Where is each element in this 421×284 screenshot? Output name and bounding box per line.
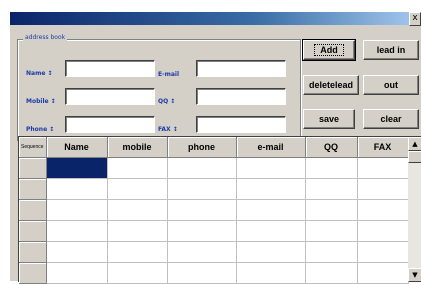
grid-cell[interactable] — [46, 262, 108, 284]
grid-cell[interactable] — [46, 157, 108, 179]
grid-cell[interactable] — [305, 178, 358, 200]
email-label: E-mail — [158, 71, 180, 78]
grid-cell[interactable] — [357, 199, 409, 221]
col-header-name[interactable]: Name — [46, 137, 108, 158]
row-header[interactable] — [19, 220, 47, 242]
add-button-label: Add — [314, 44, 344, 56]
contacts-grid[interactable]: Sequence Name mobile phone e-mail QQ FAX… — [18, 136, 421, 284]
grid-cell[interactable] — [236, 220, 306, 242]
grid-cell[interactable] — [167, 262, 237, 284]
mobile-input[interactable] — [65, 88, 155, 105]
table-row[interactable] — [19, 178, 409, 200]
grid-cell[interactable] — [107, 241, 168, 263]
table-row[interactable] — [19, 262, 409, 284]
table-row[interactable] — [19, 241, 409, 263]
fax-input[interactable] — [196, 116, 286, 133]
address-book-group: address book Name ↕ E-mail Mobile ↕ QQ ↕… — [17, 34, 301, 141]
address-book-window: x address book Name ↕ E-mail Mobile ↕ QQ… — [10, 12, 421, 284]
mobile-label: Mobile ↕ — [26, 98, 56, 105]
scroll-down-icon[interactable]: ▼ — [408, 268, 421, 282]
grid-cell[interactable] — [107, 157, 168, 179]
contacts-table: Sequence Name mobile phone e-mail QQ FAX — [19, 137, 409, 284]
col-header-email[interactable]: e-mail — [236, 137, 306, 158]
grid-cell[interactable] — [46, 199, 108, 221]
fax-label: FAX ↕ — [158, 126, 178, 133]
add-button[interactable]: Add — [302, 39, 356, 61]
title-bar[interactable] — [10, 12, 421, 25]
col-header-fax[interactable]: FAX — [357, 137, 409, 158]
grid-cell[interactable] — [236, 157, 306, 179]
grid-cell[interactable] — [305, 241, 358, 263]
grid-cell[interactable] — [167, 178, 237, 200]
row-header[interactable] — [19, 199, 47, 221]
grid-cell[interactable] — [46, 220, 108, 242]
grid-cell[interactable] — [236, 178, 306, 200]
grid-cell[interactable] — [357, 220, 409, 242]
col-header-sequence[interactable]: Sequence — [19, 137, 47, 158]
col-header-qq[interactable]: QQ — [305, 137, 358, 158]
group-legend: address book — [23, 34, 68, 41]
deletelead-button[interactable]: deletelead — [303, 75, 359, 95]
vertical-scrollbar[interactable]: ▲ ▼ — [408, 137, 421, 282]
grid-cell[interactable] — [305, 220, 358, 242]
grid-cell[interactable] — [357, 262, 409, 284]
phone-input[interactable] — [65, 116, 155, 133]
grid-cell[interactable] — [167, 199, 237, 221]
row-header[interactable] — [19, 178, 47, 200]
qq-input[interactable] — [196, 88, 286, 105]
table-row[interactable] — [19, 220, 409, 242]
grid-cell[interactable] — [107, 262, 168, 284]
grid-cell[interactable] — [236, 241, 306, 263]
scroll-thumb[interactable] — [408, 151, 421, 163]
grid-cell[interactable] — [357, 157, 409, 179]
grid-cell[interactable] — [167, 241, 237, 263]
header-row: Sequence Name mobile phone e-mail QQ FAX — [19, 137, 409, 158]
email-input[interactable] — [196, 60, 286, 77]
phone-label: Phone ↕ — [26, 126, 55, 133]
grid-cell[interactable] — [167, 220, 237, 242]
grid-cell[interactable] — [357, 178, 409, 200]
table-row[interactable] — [19, 157, 409, 179]
lead-in-button[interactable]: lead in — [363, 40, 419, 60]
grid-cell[interactable] — [236, 199, 306, 221]
row-header[interactable] — [19, 241, 47, 263]
grid-cell[interactable] — [46, 241, 108, 263]
grid-cell[interactable] — [107, 220, 168, 242]
grid-cell[interactable] — [305, 157, 358, 179]
col-header-phone[interactable]: phone — [167, 137, 237, 158]
grid-cell[interactable] — [236, 262, 306, 284]
name-input[interactable] — [65, 60, 155, 77]
grid-cell[interactable] — [107, 178, 168, 200]
grid-cell[interactable] — [46, 178, 108, 200]
grid-cell[interactable] — [107, 199, 168, 221]
clear-button[interactable]: clear — [363, 109, 419, 129]
scroll-up-icon[interactable]: ▲ — [408, 137, 421, 151]
grid-cell[interactable] — [167, 157, 237, 179]
qq-label: QQ ↕ — [158, 98, 176, 105]
out-button[interactable]: out — [363, 75, 419, 95]
row-header[interactable] — [19, 157, 47, 179]
col-header-mobile[interactable]: mobile — [107, 137, 168, 158]
name-label: Name ↕ — [26, 70, 53, 77]
save-button[interactable]: save — [303, 109, 355, 129]
close-button[interactable]: x — [409, 12, 421, 26]
grid-cell[interactable] — [305, 262, 358, 284]
grid-cell[interactable] — [357, 241, 409, 263]
row-header[interactable] — [19, 262, 47, 284]
table-row[interactable] — [19, 199, 409, 221]
grid-cell[interactable] — [305, 199, 358, 221]
